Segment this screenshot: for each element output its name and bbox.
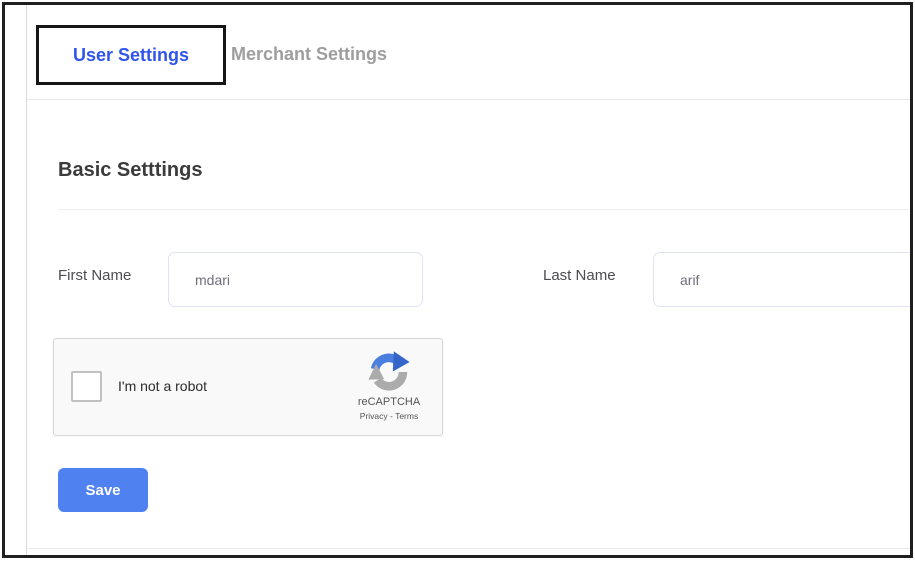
annotation-highlight-box: User Settings xyxy=(36,25,226,85)
recaptcha-logo-icon xyxy=(341,349,437,395)
section-divider xyxy=(58,209,910,210)
first-name-input[interactable] xyxy=(168,252,423,307)
screenshot-frame: User Settings Merchant Settings Basic Se… xyxy=(2,2,913,558)
recaptcha-privacy-terms-links[interactable]: Privacy - Terms xyxy=(341,411,437,421)
left-gutter-divider xyxy=(26,5,27,555)
save-button[interactable]: Save xyxy=(58,468,148,512)
recaptcha-brand-text: reCAPTCHA xyxy=(341,396,437,408)
first-name-label: First Name xyxy=(58,267,131,284)
content-bottom-border xyxy=(27,548,910,549)
recaptcha-branding: reCAPTCHA Privacy - Terms xyxy=(341,349,437,421)
section-title: Basic Setttings xyxy=(58,159,202,182)
last-name-input[interactable] xyxy=(653,252,910,307)
tab-user-settings[interactable]: User Settings xyxy=(73,45,189,66)
recaptcha-checkbox-label: I'm not a robot xyxy=(118,378,207,394)
settings-page: User Settings Merchant Settings Basic Se… xyxy=(5,5,910,555)
tab-merchant-settings[interactable]: Merchant Settings xyxy=(231,44,387,65)
recaptcha-widget: I'm not a robot reCAPTCHA Privacy - Term… xyxy=(53,338,443,436)
last-name-label: Last Name xyxy=(543,267,616,284)
tabbar-bottom-border xyxy=(27,99,910,100)
recaptcha-checkbox[interactable] xyxy=(71,371,102,402)
